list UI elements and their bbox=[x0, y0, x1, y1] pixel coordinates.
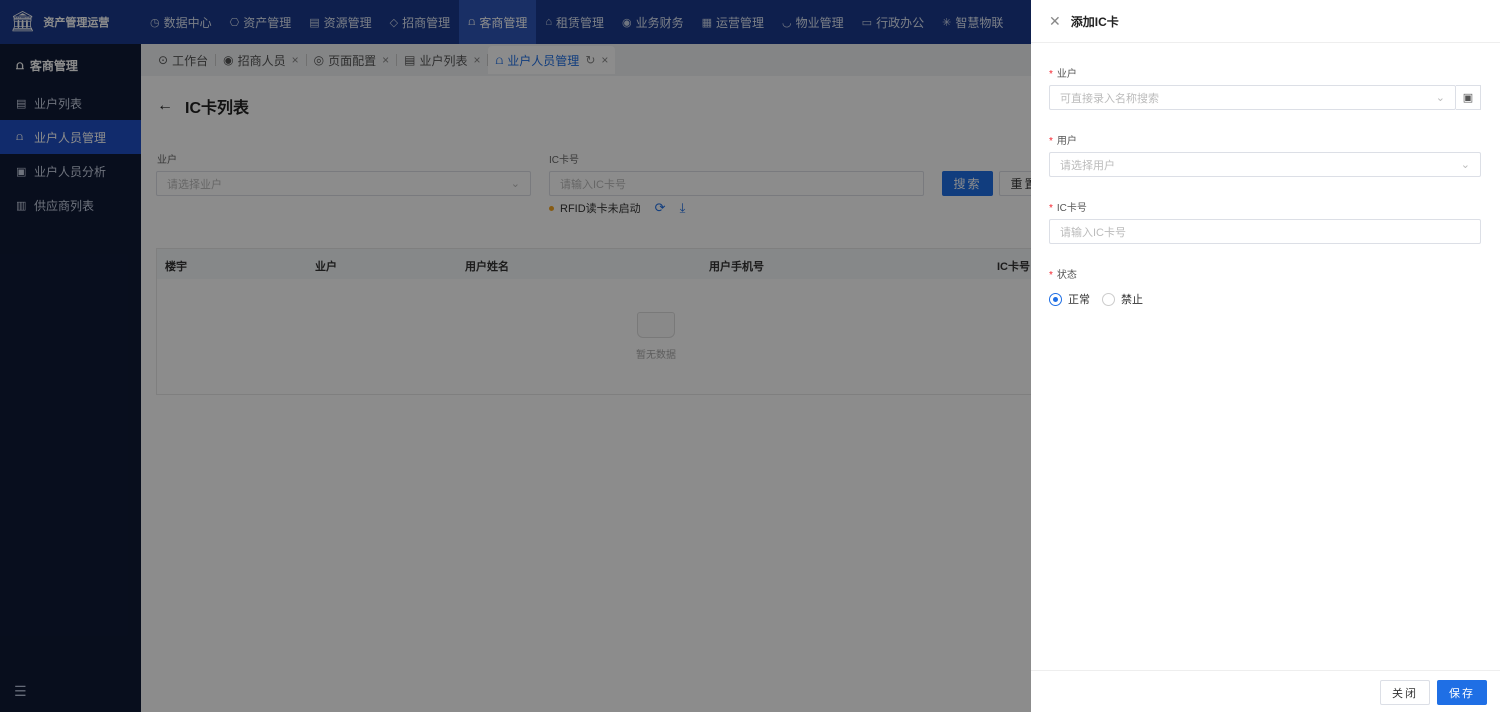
status-disabled-label: 禁止 bbox=[1121, 294, 1143, 306]
close-icon[interactable]: ✕ bbox=[1049, 13, 1061, 30]
user-select-placeholder: 请选择用户 bbox=[1060, 159, 1115, 172]
user-select[interactable]: 请选择用户 ⌄ bbox=[1049, 152, 1481, 177]
add-ic-card-drawer: ✕ 添加IC卡 * 业户 可直接录入名称搜索 ⌄ ▣ * 用户 请选择用户 ⌄ * I… bbox=[1031, 0, 1500, 712]
card-number-input[interactable]: 请输入IC卡号 bbox=[1049, 219, 1481, 244]
status-normal-label: 正常 bbox=[1068, 294, 1090, 306]
card-number-placeholder: 请输入IC卡号 bbox=[1060, 226, 1126, 239]
status-normal-radio[interactable]: 正常 bbox=[1049, 291, 1090, 307]
card-field-label-text: IC卡号 bbox=[1056, 203, 1087, 214]
chevron-down-icon: ⌄ bbox=[1460, 159, 1470, 171]
owner-select-placeholder: 可直接录入名称搜索 bbox=[1060, 92, 1159, 105]
owner-field-label-text: 业户 bbox=[1056, 69, 1077, 80]
radio-unchecked-icon bbox=[1102, 292, 1115, 306]
drawer-mask[interactable] bbox=[0, 0, 1031, 712]
status-field-label-text: 状态 bbox=[1056, 270, 1077, 281]
close-button[interactable]: 关闭 bbox=[1380, 680, 1430, 705]
card-field-label: * IC卡号 bbox=[1049, 199, 1087, 214]
owner-select[interactable]: 可直接录入名称搜索 ⌄ bbox=[1049, 85, 1456, 110]
owner-field-label: * 业户 bbox=[1049, 65, 1077, 80]
user-field-label-text: 用户 bbox=[1056, 136, 1077, 147]
drawer-footer: 关闭 保存 bbox=[1031, 670, 1500, 712]
status-disabled-radio[interactable]: 禁止 bbox=[1102, 291, 1143, 307]
required-mark: * bbox=[1049, 270, 1053, 281]
status-field-label: * 状态 bbox=[1049, 266, 1077, 281]
chevron-down-icon: ⌄ bbox=[1435, 92, 1445, 104]
clipboard-icon[interactable]: ▣ bbox=[1456, 85, 1481, 110]
user-field-label: * 用户 bbox=[1049, 132, 1077, 147]
radio-checked-icon bbox=[1049, 292, 1062, 306]
required-mark: * bbox=[1049, 136, 1053, 147]
required-mark: * bbox=[1049, 69, 1053, 80]
drawer-title: 添加IC卡 bbox=[1070, 14, 1119, 29]
required-mark: * bbox=[1049, 203, 1053, 214]
save-button[interactable]: 保存 bbox=[1437, 680, 1487, 705]
drawer-header: ✕ 添加IC卡 bbox=[1031, 0, 1500, 43]
status-radio-group: 正常 禁止 bbox=[1049, 291, 1143, 307]
